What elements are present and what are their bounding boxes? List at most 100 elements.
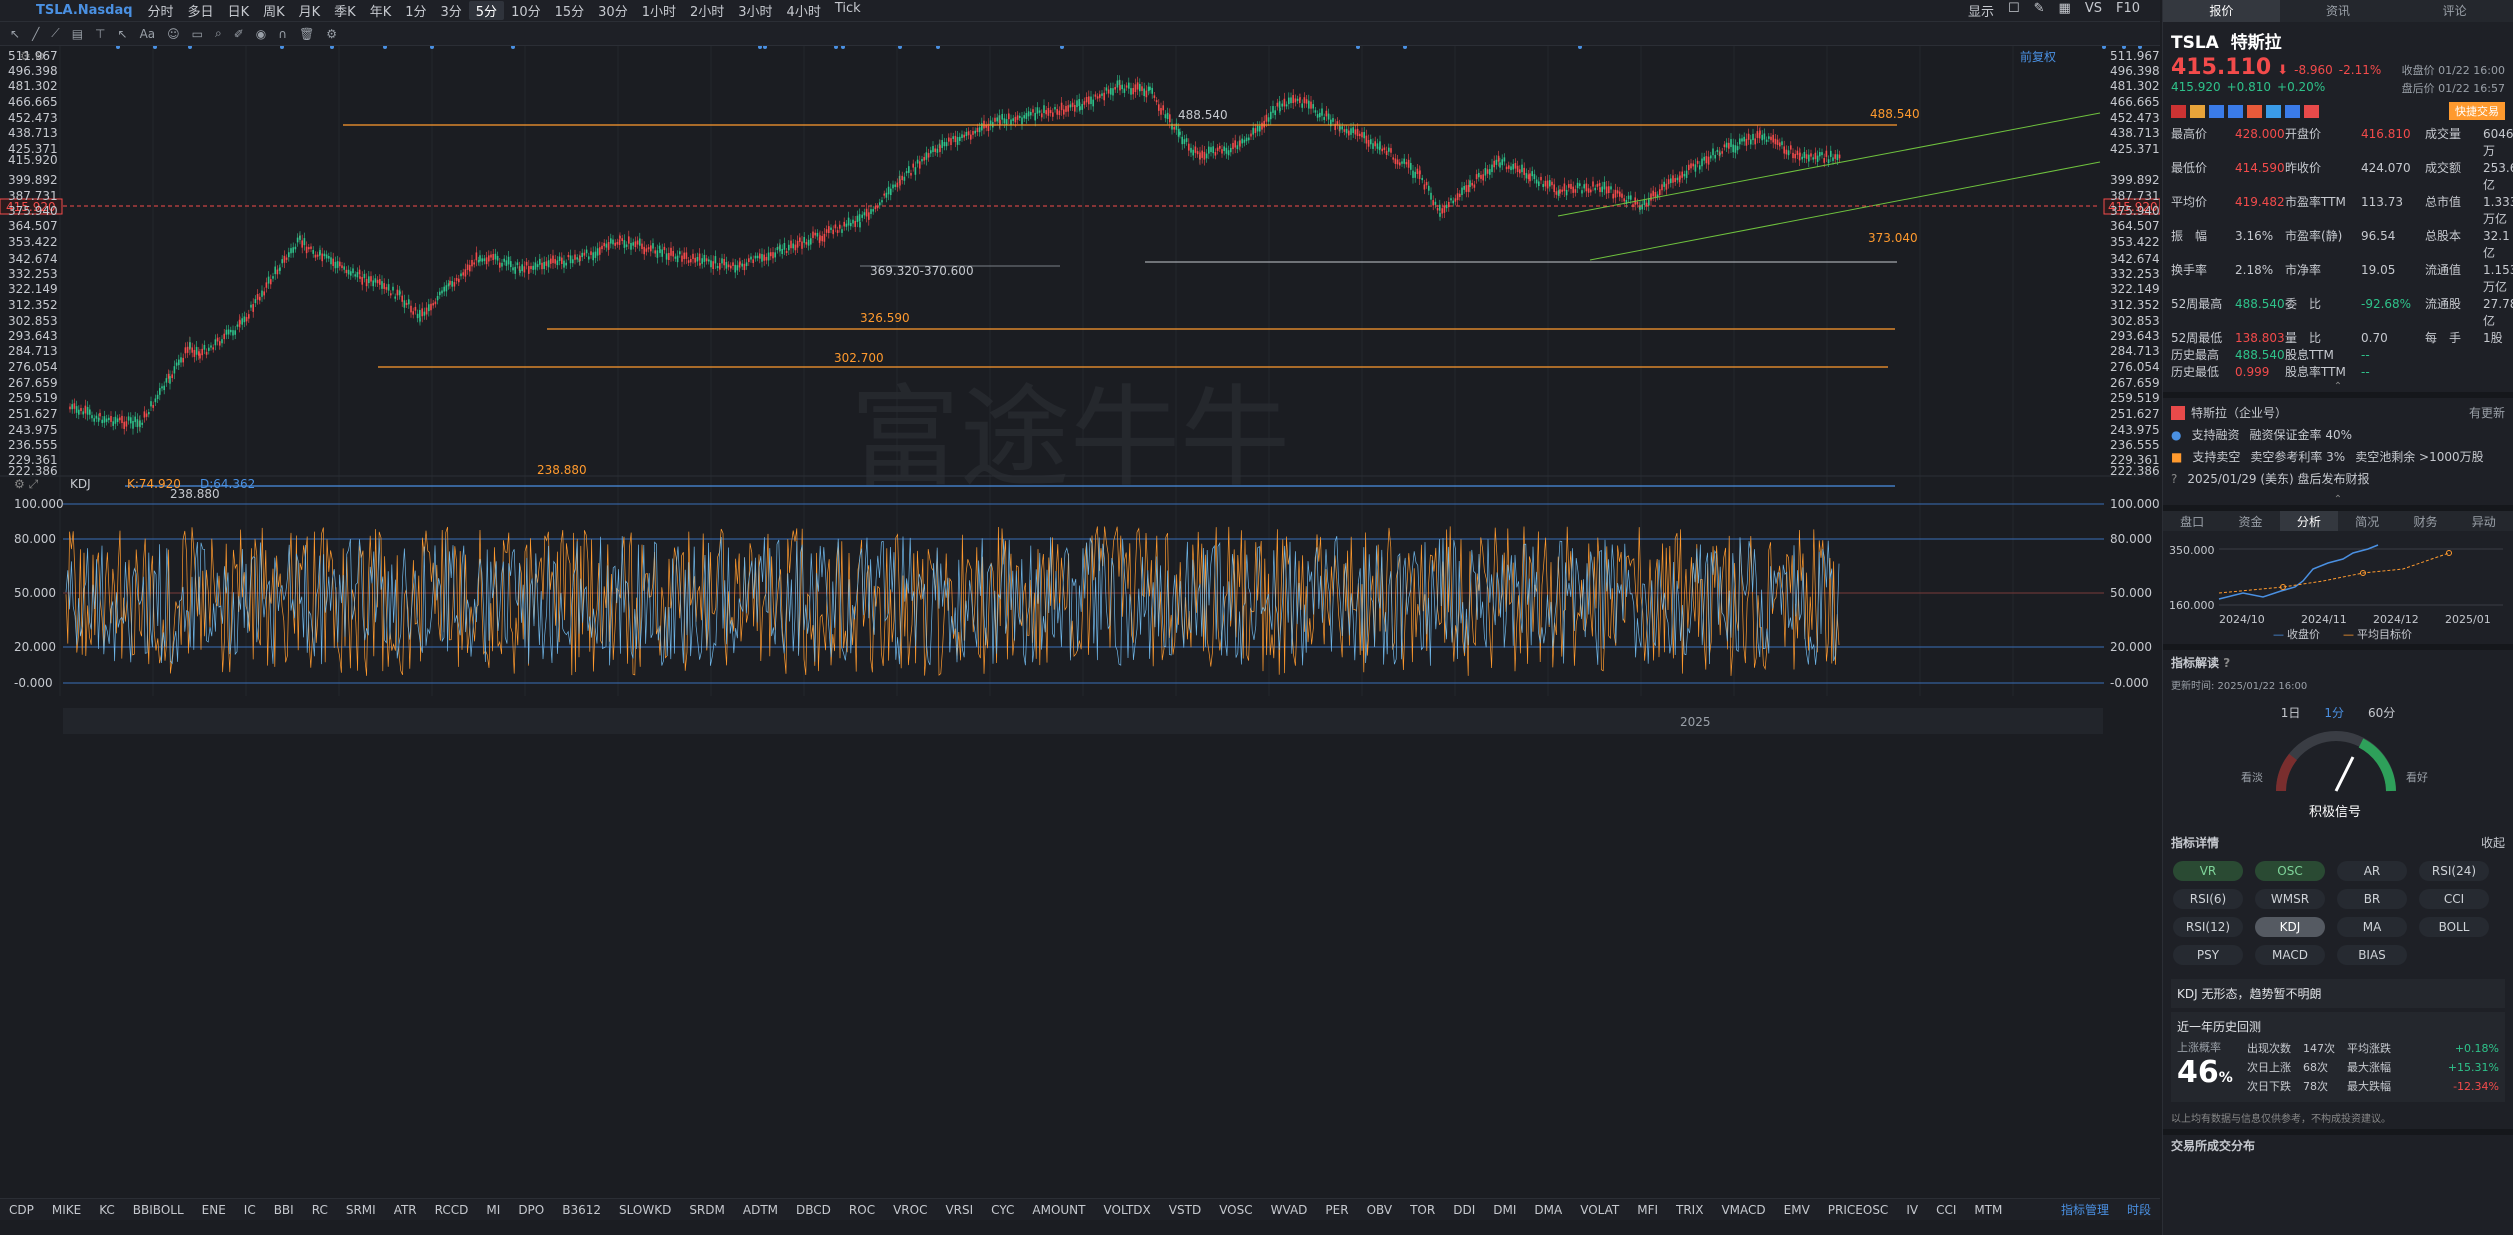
indicator-bbi[interactable]: BBI (265, 1203, 303, 1217)
period-1[interactable]: 1分 (2324, 704, 2344, 721)
checkbox-icon[interactable]: ☐ (2008, 1, 2020, 20)
symbol-label[interactable]: TSLA.Nasdaq (0, 3, 141, 18)
tf-0[interactable]: 分时 (141, 1, 181, 20)
indicator-roc[interactable]: ROC (840, 1203, 884, 1217)
indicator-wvad[interactable]: WVAD (1262, 1203, 1317, 1217)
indicator-tor[interactable]: TOR (1401, 1203, 1444, 1217)
indicator-mi[interactable]: MI (477, 1203, 509, 1217)
indicator-bbiboll[interactable]: BBIBOLL (124, 1203, 193, 1217)
f10-button[interactable]: F10 (2116, 1, 2140, 20)
pill-ma[interactable]: MA (2337, 917, 2407, 937)
indicator-cci[interactable]: CCI (1927, 1203, 1965, 1217)
tf-14[interactable]: 2小时 (683, 1, 731, 20)
text-tool-icon[interactable]: Aa (140, 27, 156, 41)
session-button[interactable]: 时段 (2118, 1201, 2160, 1218)
indicator-priceosc[interactable]: PRICEOSC (1819, 1203, 1898, 1217)
kdj-name[interactable]: KDJ (70, 477, 91, 491)
indicator-mike[interactable]: MIKE (43, 1203, 90, 1217)
pill-rsi(24)[interactable]: RSI(24) (2419, 861, 2489, 881)
pill-cci[interactable]: CCI (2419, 889, 2489, 909)
arrow-tool-icon[interactable]: ↖ (118, 27, 128, 41)
indicator-dmi[interactable]: DMI (1484, 1203, 1525, 1217)
tf-17[interactable]: Tick (828, 1, 868, 20)
indicator-rc[interactable]: RC (303, 1203, 337, 1217)
indicator-emv[interactable]: EMV (1775, 1203, 1819, 1217)
quick-trade-button[interactable]: 快捷交易 (2449, 102, 2505, 120)
cursor-icon[interactable]: ↖ (10, 27, 20, 41)
indicator-per[interactable]: PER (1316, 1203, 1357, 1217)
tf-12[interactable]: 30分 (591, 1, 635, 20)
pill-bias[interactable]: BIAS (2337, 945, 2407, 965)
company-name[interactable]: 特斯拉（企业号） (2191, 402, 2287, 424)
tf-11[interactable]: 15分 (548, 1, 592, 20)
subtab-2[interactable]: 分析 (2279, 511, 2338, 531)
tf-2[interactable]: 日K (221, 1, 257, 20)
price-chart[interactable]: ⚙ ⊗ 前复权 富途牛牛 488.540 488.540 373.040 369… (0, 46, 2160, 1196)
indicator-trix[interactable]: TRIX (1667, 1203, 1712, 1217)
indicator-vosc[interactable]: VOSC (1210, 1203, 1261, 1217)
indicator-vrsi[interactable]: VRSI (936, 1203, 982, 1217)
period-2[interactable]: 60分 (2368, 704, 2395, 721)
brush-icon[interactable]: ✐ (234, 27, 244, 41)
tf-6[interactable]: 年K (363, 1, 399, 20)
pill-vr[interactable]: VR (2173, 861, 2243, 881)
indicator-b3612[interactable]: B3612 (553, 1203, 610, 1217)
subtab-0[interactable]: 盘口 (2163, 511, 2221, 531)
indicator-volat[interactable]: VOLAT (1571, 1203, 1628, 1217)
tf-15[interactable]: 3小时 (731, 1, 779, 20)
company-update[interactable]: 有更新 (2469, 402, 2505, 424)
trend-tool-icon[interactable]: ⟋ (51, 26, 59, 41)
indicator-slowkd[interactable]: SLOWKD (610, 1203, 680, 1217)
eye-icon[interactable]: ◉ (256, 27, 266, 41)
indicator-dpo[interactable]: DPO (509, 1203, 553, 1217)
tf-13[interactable]: 1小时 (635, 1, 683, 20)
indicator-srdm[interactable]: SRDM (680, 1203, 734, 1217)
period-0[interactable]: 1日 (2281, 704, 2301, 721)
pill-ar[interactable]: AR (2337, 861, 2407, 881)
subtab-3[interactable]: 简况 (2338, 511, 2396, 531)
tf-16[interactable]: 4小时 (780, 1, 828, 20)
tf-7[interactable]: 1分 (398, 1, 433, 20)
pill-macd[interactable]: MACD (2255, 945, 2325, 965)
indicator-atr[interactable]: ATR (385, 1203, 426, 1217)
indicator-cdp[interactable]: CDP (0, 1203, 43, 1217)
indicator-vmacd[interactable]: VMACD (1712, 1203, 1774, 1217)
pill-wmsr[interactable]: WMSR (2255, 889, 2325, 909)
panel-tab-0[interactable]: 报价 (2163, 0, 2280, 22)
indicator-mfi[interactable]: MFI (1628, 1203, 1667, 1217)
pill-kdj[interactable]: KDJ (2255, 917, 2325, 937)
indicator-rccd[interactable]: RCCD (426, 1203, 478, 1217)
tf-4[interactable]: 月K (292, 1, 328, 20)
pill-rsi(6)[interactable]: RSI(6) (2173, 889, 2243, 909)
pill-boll[interactable]: BOLL (2419, 917, 2489, 937)
indicator-dma[interactable]: DMA (1525, 1203, 1571, 1217)
indicator-cyc[interactable]: CYC (982, 1203, 1023, 1217)
indicator-ene[interactable]: ENE (193, 1203, 235, 1217)
tf-8[interactable]: 3分 (434, 1, 469, 20)
pill-rsi(12)[interactable]: RSI(12) (2173, 917, 2243, 937)
indicator-kc[interactable]: KC (90, 1203, 124, 1217)
tf-9[interactable]: 5分 (468, 1, 505, 20)
indicator-dbcd[interactable]: DBCD (787, 1203, 840, 1217)
tf-5[interactable]: 季K (327, 1, 363, 20)
settings-icon[interactable]: ⚙ (326, 27, 337, 41)
tf-10[interactable]: 10分 (504, 1, 548, 20)
panel-tab-1[interactable]: 资讯 (2280, 0, 2397, 22)
indicator-manage[interactable]: 指标管理 (2052, 1201, 2118, 1218)
magnet-icon[interactable]: ∩ (278, 27, 287, 41)
subtab-1[interactable]: 资金 (2221, 511, 2279, 531)
fib-tool-icon[interactable]: ▤ (72, 27, 83, 41)
collapse-button[interactable]: 收起 (2481, 834, 2505, 851)
pen-icon[interactable]: ✎ (2034, 1, 2045, 20)
indicator-mtm[interactable]: MTM (1965, 1203, 2011, 1217)
indicator-srmi[interactable]: SRMI (337, 1203, 385, 1217)
pill-psy[interactable]: PSY (2173, 945, 2243, 965)
pill-osc[interactable]: OSC (2255, 861, 2325, 881)
tf-3[interactable]: 周K (256, 1, 292, 20)
indicator-ic[interactable]: IC (235, 1203, 265, 1217)
adjust-menu[interactable]: 前复权 (2020, 49, 2056, 64)
indicator-obv[interactable]: OBV (1358, 1203, 1402, 1217)
indicator-vroc[interactable]: VROC (884, 1203, 936, 1217)
measure-tool-icon[interactable]: ⊤ (95, 27, 105, 41)
pill-br[interactable]: BR (2337, 889, 2407, 909)
